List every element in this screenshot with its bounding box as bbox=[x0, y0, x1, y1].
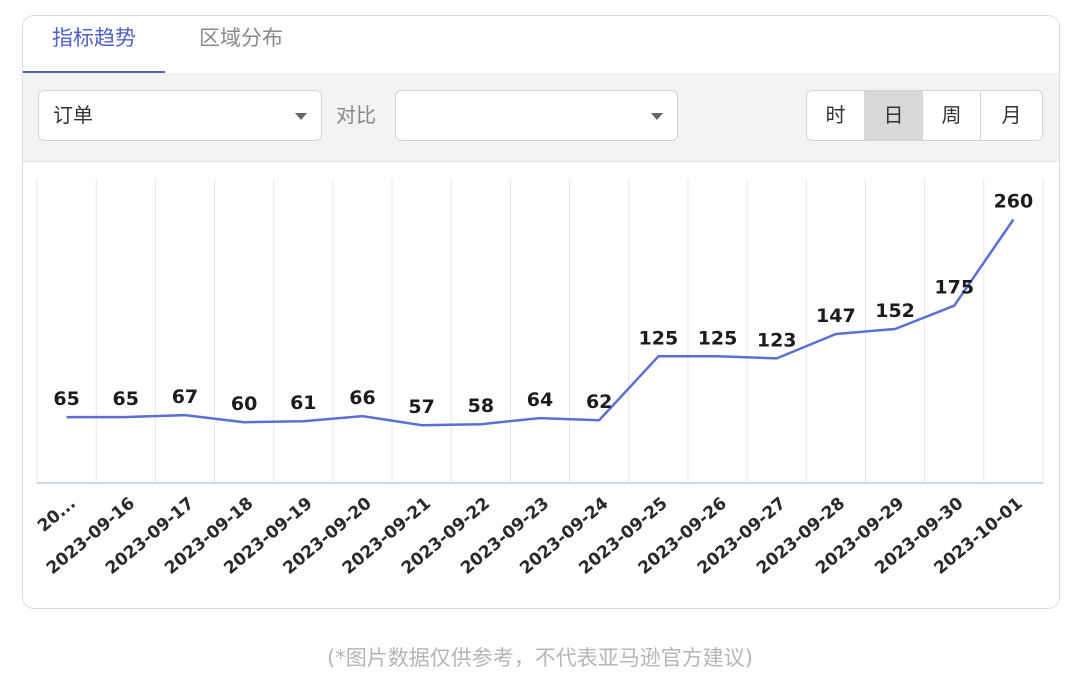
data-label: 64 bbox=[527, 389, 553, 411]
data-label: 125 bbox=[639, 327, 679, 349]
data-label: 125 bbox=[698, 327, 738, 349]
data-label: 66 bbox=[349, 387, 375, 409]
data-label: 175 bbox=[934, 277, 974, 299]
data-label: 147 bbox=[816, 305, 856, 327]
data-label: 60 bbox=[231, 393, 257, 415]
disclaimer-text: (*图片数据仅供参考，不代表亚马逊官方建议) bbox=[327, 646, 753, 670]
line-chart: 65 65 67 60 61 66 57 58 64 62 125 125 123 147 152 175 26… bbox=[34, 179, 1044, 579]
data-label: 123 bbox=[757, 329, 797, 351]
data-label: 58 bbox=[468, 395, 494, 417]
data-label: 67 bbox=[172, 386, 198, 408]
data-label: 57 bbox=[408, 396, 434, 418]
data-label: 65 bbox=[53, 388, 79, 410]
data-label: 152 bbox=[875, 300, 915, 322]
x-tick-label: 20... bbox=[34, 494, 80, 537]
data-label: 260 bbox=[994, 191, 1034, 213]
data-label: 61 bbox=[290, 392, 316, 414]
data-label: 65 bbox=[113, 388, 139, 410]
data-label: 62 bbox=[586, 391, 612, 413]
trend-card: 指标趋势 区域分布 订单 对比 时 日 周 月 65 65 67 60 61 66 57 58… bbox=[22, 15, 1060, 609]
